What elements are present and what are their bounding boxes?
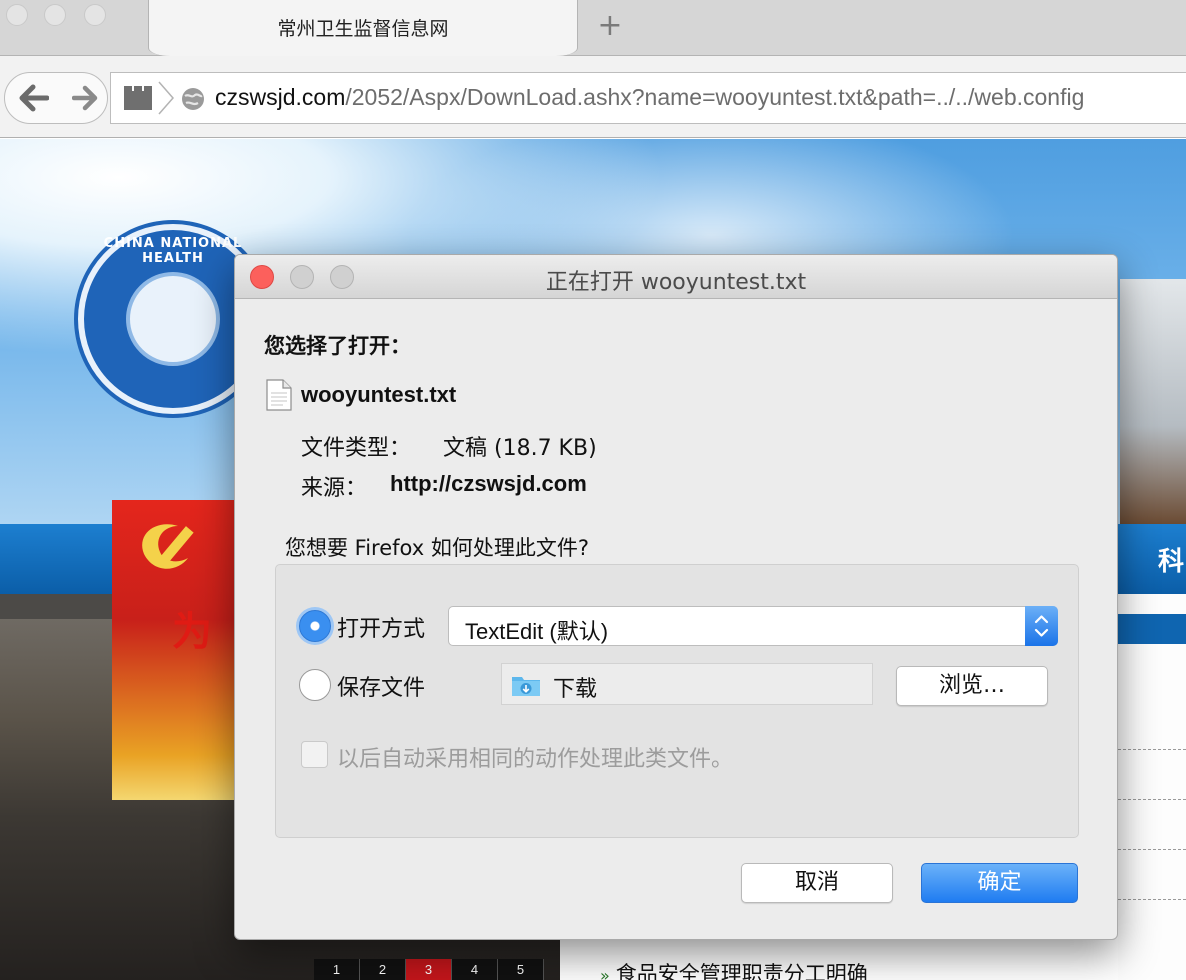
chevron-up-down-icon — [1034, 615, 1049, 637]
handling-question: 您想要 Firefox 如何处理此文件? — [285, 536, 589, 560]
save-file-label[interactable]: 保存文件 — [337, 670, 425, 702]
divider — [1118, 749, 1186, 750]
select-stepper-icon[interactable] — [1025, 606, 1058, 646]
divider — [1118, 799, 1186, 800]
slideshow-pager: 1 2 3 4 5 — [314, 959, 544, 980]
ok-button[interactable]: 确定 — [921, 863, 1078, 903]
back-button[interactable] — [5, 73, 63, 123]
nav-item-label[interactable]: 科 — [1158, 541, 1184, 578]
open-with-radio[interactable] — [299, 610, 331, 642]
file-type-value: 文稿 (18.7 KB) — [443, 436, 597, 461]
auto-action-checkbox[interactable] — [301, 741, 328, 768]
tab-groups-icon[interactable] — [123, 85, 153, 111]
file-name: wooyuntest.txt — [301, 382, 457, 407]
browse-button[interactable]: 浏览… — [896, 666, 1048, 706]
pager-item-2[interactable]: 2 — [360, 959, 406, 980]
dialog-heading: 您选择了打开： — [264, 334, 411, 358]
url-text[interactable]: czswsjd.com/2052/Aspx/DownLoad.ashx?name… — [215, 84, 1084, 111]
dialog-title: 正在打开 wooyuntest.txt — [545, 270, 807, 295]
tab-title: 常州卫生监督信息网 — [277, 18, 449, 40]
save-file-radio[interactable] — [299, 669, 331, 701]
open-with-app-select[interactable]: TextEdit (默认) — [448, 606, 1058, 646]
cancel-button[interactable]: 取消 — [741, 863, 893, 903]
download-folder-name: 下载 — [553, 677, 598, 702]
url-bar[interactable]: czswsjd.com/2052/Aspx/DownLoad.ashx?name… — [110, 72, 1186, 124]
back-forward-group — [4, 72, 108, 124]
back-arrow-icon — [19, 84, 49, 112]
download-folder-field: 下载 — [501, 663, 873, 705]
source-value: http://czswsjd.com — [390, 471, 587, 496]
hammer-sickle-icon — [142, 524, 194, 569]
bullet-chevron-icon: » — [600, 966, 610, 980]
pager-item-4[interactable]: 4 — [452, 959, 498, 980]
text-file-icon — [266, 379, 292, 411]
window-minimize-button[interactable] — [44, 4, 66, 26]
poster-text: 为 — [172, 609, 212, 655]
download-folder-icon — [512, 677, 540, 696]
url-host: czswsjd.com — [215, 84, 346, 110]
source-label: 来源： — [301, 476, 368, 501]
globe-icon[interactable] — [181, 87, 205, 111]
pager-item-3[interactable]: 3 — [406, 959, 452, 980]
open-file-dialog: 正在打开 wooyuntest.txt 您选择了打开： wooyuntest.t… — [234, 254, 1118, 940]
handling-options-panel: 打开方式 TextEdit (默认) 保存文件 下载 浏览… 以后自动采用相同的… — [275, 564, 1079, 838]
window-zoom-button[interactable] — [84, 4, 106, 26]
emblem-center — [126, 272, 220, 366]
news-column — [1118, 594, 1186, 980]
navigation-bar: czswsjd.com/2052/Aspx/DownLoad.ashx?name… — [0, 56, 1186, 138]
pager-item-5[interactable]: 5 — [498, 959, 544, 980]
tab-strip: 常州卫生监督信息网 + — [0, 0, 1186, 56]
breadcrumb-chevron-icon — [158, 81, 174, 115]
new-tab-button[interactable]: + — [596, 11, 624, 41]
news-column-header — [1118, 614, 1186, 644]
auto-action-label: 以后自动采用相同的动作处理此类文件。 — [337, 747, 734, 772]
open-with-label[interactable]: 打开方式 — [337, 611, 425, 643]
news-headline-link[interactable]: » 食品安全管理职责分工明确 — [600, 958, 868, 980]
forward-button[interactable] — [63, 73, 107, 123]
divider — [1118, 899, 1186, 900]
window-close-button[interactable] — [6, 4, 28, 26]
dialog-titlebar: 正在打开 wooyuntest.txt — [235, 255, 1117, 299]
news-headline-text: 食品安全管理职责分工明确 — [615, 962, 868, 980]
browser-tab[interactable]: 常州卫生监督信息网 — [148, 0, 578, 56]
open-with-app-value: TextEdit (默认) — [465, 619, 609, 644]
banner-buildings-image — [1120, 279, 1186, 524]
pager-item-1[interactable]: 1 — [314, 959, 360, 980]
url-path: /2052/Aspx/DownLoad.ashx?name=wooyuntest… — [345, 84, 1085, 110]
file-type-label: 文件类型： — [301, 436, 412, 461]
forward-arrow-icon — [72, 85, 98, 111]
divider — [1118, 849, 1186, 850]
